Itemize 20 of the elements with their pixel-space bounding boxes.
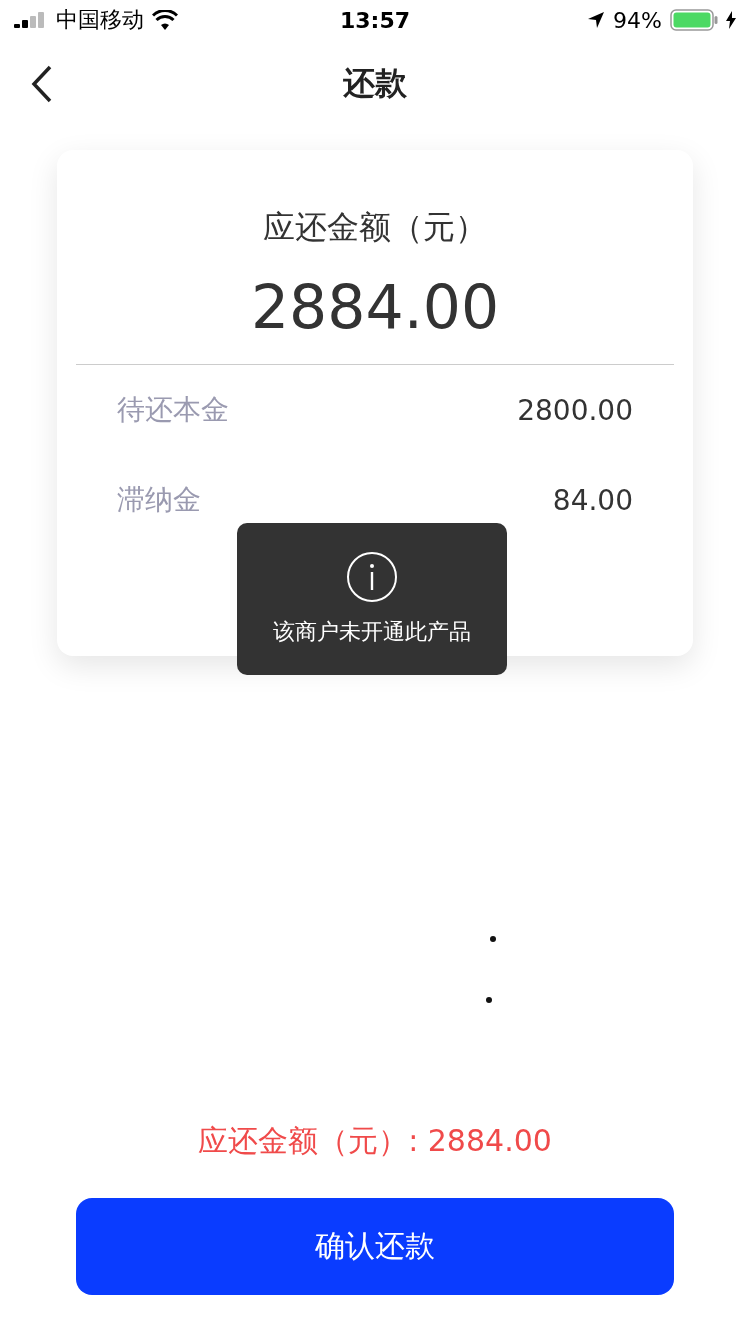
detail-value: 84.00 <box>552 483 633 517</box>
amount-label: 应还金额（元） <box>263 207 487 248</box>
battery-icon <box>670 9 718 31</box>
page-title: 还款 <box>343 63 407 104</box>
amount-value: 2884.00 <box>250 272 500 342</box>
toast-text: 该商户未开通此产品 <box>273 618 471 646</box>
charging-bolt-icon <box>726 11 736 29</box>
info-icon <box>346 551 398 603</box>
dot-mark <box>490 936 496 942</box>
carrier-name: 中国移动 <box>56 6 144 34</box>
location-arrow-icon <box>587 11 606 29</box>
battery-percent: 94% <box>613 7 662 33</box>
clock-time: 13:57 <box>340 7 410 33</box>
detail-label: 滞纳金 <box>117 482 201 518</box>
dot-mark <box>486 997 492 1003</box>
payable-summary: 应还金额（元）: 2884.00 <box>198 1122 552 1160</box>
detail-label: 待还本金 <box>117 392 229 428</box>
confirm-repay-button[interactable]: 确认还款 <box>76 1198 674 1295</box>
wifi-icon <box>152 10 178 30</box>
detail-value: 2800.00 <box>517 393 633 427</box>
